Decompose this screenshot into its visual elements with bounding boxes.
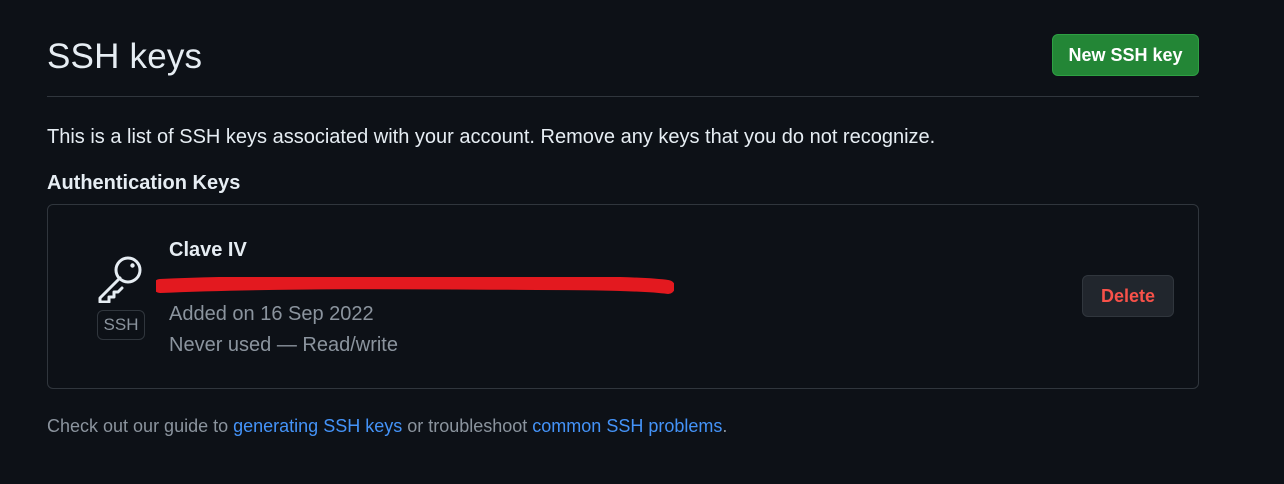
intro-text: This is a list of SSH keys associated wi… bbox=[47, 126, 936, 148]
page-header: SSH keys New SSH key bbox=[47, 0, 1199, 97]
common-ssh-problems-link[interactable]: common SSH problems bbox=[532, 416, 722, 436]
footer-help-text: Check out our guide to generating SSH ke… bbox=[47, 414, 727, 438]
key-added-date: Added on 16 Sep 2022 bbox=[169, 303, 374, 325]
footer-text-before: Check out our guide to bbox=[47, 416, 234, 436]
new-ssh-key-button[interactable]: New SSH key bbox=[1052, 34, 1199, 76]
ssh-keys-page: SSH keys New SSH key This is a list of S… bbox=[0, 0, 1284, 484]
generating-ssh-keys-link[interactable]: generating SSH keys bbox=[233, 416, 402, 436]
page-title: SSH keys bbox=[47, 37, 203, 76]
section-title-authentication-keys: Authentication Keys bbox=[47, 172, 241, 194]
footer-text-after: . bbox=[722, 416, 728, 436]
key-usage-status: Never used — Read/write bbox=[169, 334, 398, 356]
key-icon bbox=[96, 251, 148, 304]
delete-key-button[interactable]: Delete bbox=[1082, 275, 1174, 317]
key-title: Clave IV bbox=[169, 239, 247, 261]
ssh-key-item: SSH Clave IV Added on 16 Sep 2022 Never … bbox=[47, 204, 1199, 389]
footer-text-middle: or troubleshoot bbox=[402, 416, 533, 436]
ssh-type-badge: SSH bbox=[97, 310, 145, 340]
fingerprint-redaction-mark bbox=[153, 275, 675, 295]
